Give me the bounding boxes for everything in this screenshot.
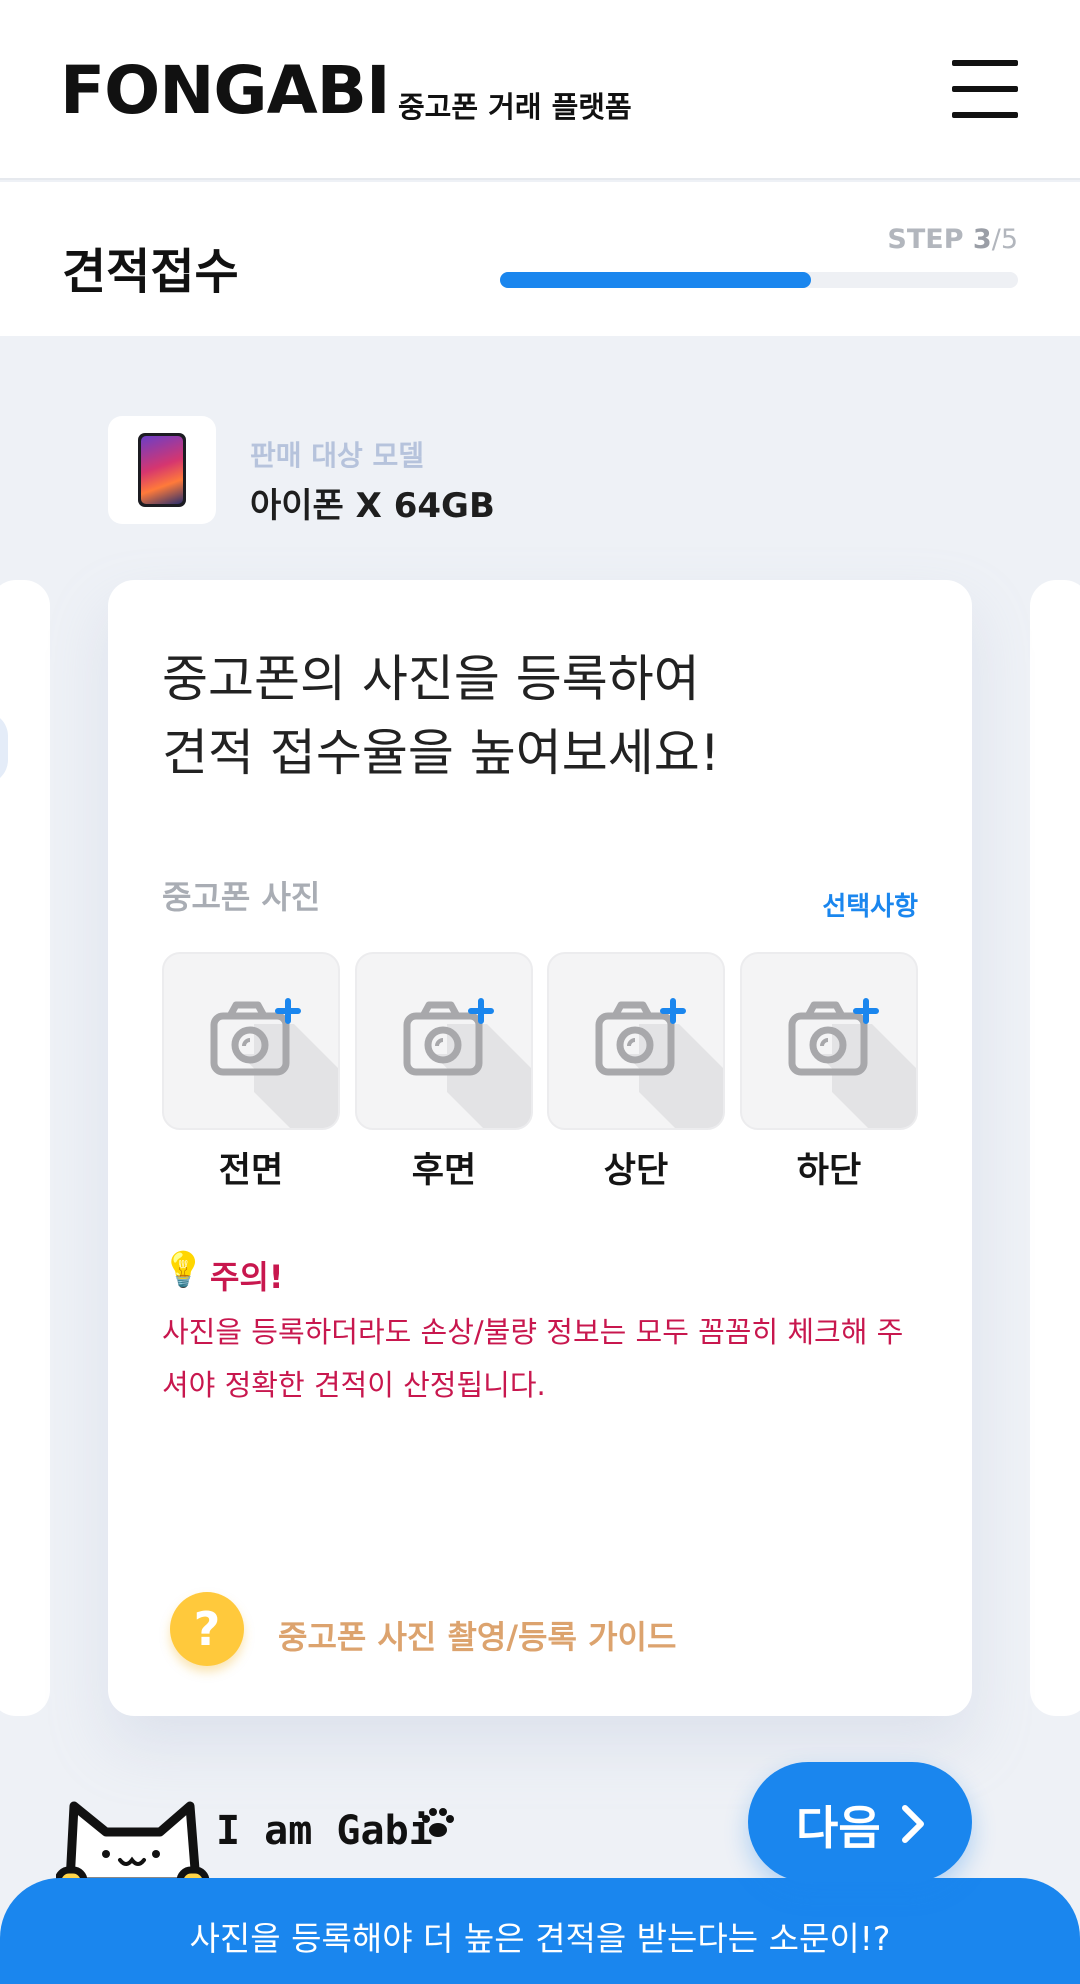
card-headline: 중고폰의 사진을 등록하여 견적 접수율을 높여보세요! <box>162 642 720 790</box>
step-prefix: STEP <box>887 224 973 255</box>
banner-text: 사진을 등록해야 더 높은 견적을 받는다는 소문이!? <box>189 1919 891 1958</box>
photo-slot-top[interactable] <box>547 952 725 1130</box>
warning-title: 주의! <box>210 1258 284 1296</box>
chevron-right-icon <box>902 1805 924 1843</box>
step-separator: / <box>991 224 1001 255</box>
app-header: FONGABI 중고폰 거래 플랫폼 <box>0 0 1080 180</box>
bottom-promo-banner: 사진을 등록해야 더 높은 견적을 받는다는 소문이!? <box>0 1878 1080 1984</box>
mascot-caption: I am Gabi <box>216 1808 433 1854</box>
photo-slot-bottom[interactable] <box>740 952 918 1130</box>
guide-link-text[interactable]: 중고폰 사진 촬영/등록 가이드 <box>278 1612 676 1658</box>
iphone-x-thumbnail <box>108 416 216 524</box>
headline-line-2: 견적 접수율을 높여보세요! <box>162 724 720 782</box>
lightbulb-icon: 💡 <box>162 1250 205 1290</box>
paw-icon <box>422 1808 454 1837</box>
progress-fill <box>500 272 811 288</box>
photo-slot-front[interactable] <box>162 952 340 1130</box>
model-name: 아이폰 X 64GB <box>250 486 495 526</box>
photo-slot-label: 후면 <box>411 1151 477 1191</box>
photo-upload-card: 중고폰의 사진을 등록하여 견적 접수율을 높여보세요! 중고폰 사진 선택사항… <box>108 580 972 1716</box>
progress-track <box>500 272 1018 288</box>
photo-slot-label: 상단 <box>603 1151 669 1191</box>
photo-section-label: 중고폰 사진 <box>162 878 321 916</box>
model-label: 판매 대상 모델 <box>250 439 425 472</box>
warning-text: 사진을 등록하더라도 손상/불량 정보는 모두 꼼꼼히 체크해 주셔야 정확한 … <box>162 1315 904 1402</box>
page-title: 견적접수 <box>62 244 239 300</box>
next-button[interactable]: 다음 <box>748 1762 972 1882</box>
brand-logo[interactable]: FONGABI <box>60 56 391 126</box>
headline-line-1: 중고폰의 사진을 등록하여 <box>162 650 700 708</box>
step-progress-bar: 견적접수 STEP 3/5 <box>0 182 1080 336</box>
step-current: 3 <box>972 224 992 255</box>
phone-image <box>138 433 186 507</box>
next-button-label: 다음 <box>796 1801 881 1855</box>
hamburger-menu-icon[interactable] <box>952 60 1018 118</box>
photo-slot-back[interactable] <box>355 952 533 1130</box>
question-icon: ? <box>170 1592 244 1666</box>
step-total: 5 <box>1000 224 1018 255</box>
optional-badge: 선택사항 <box>822 892 918 922</box>
step-indicator: STEP 3/5 <box>887 224 1018 255</box>
brand-tagline: 중고폰 거래 플랫폼 <box>398 90 632 124</box>
next-card-peek[interactable] <box>1030 580 1080 1716</box>
photo-slot-label: 전면 <box>218 1151 284 1191</box>
photo-slot-label: 하단 <box>796 1151 862 1191</box>
